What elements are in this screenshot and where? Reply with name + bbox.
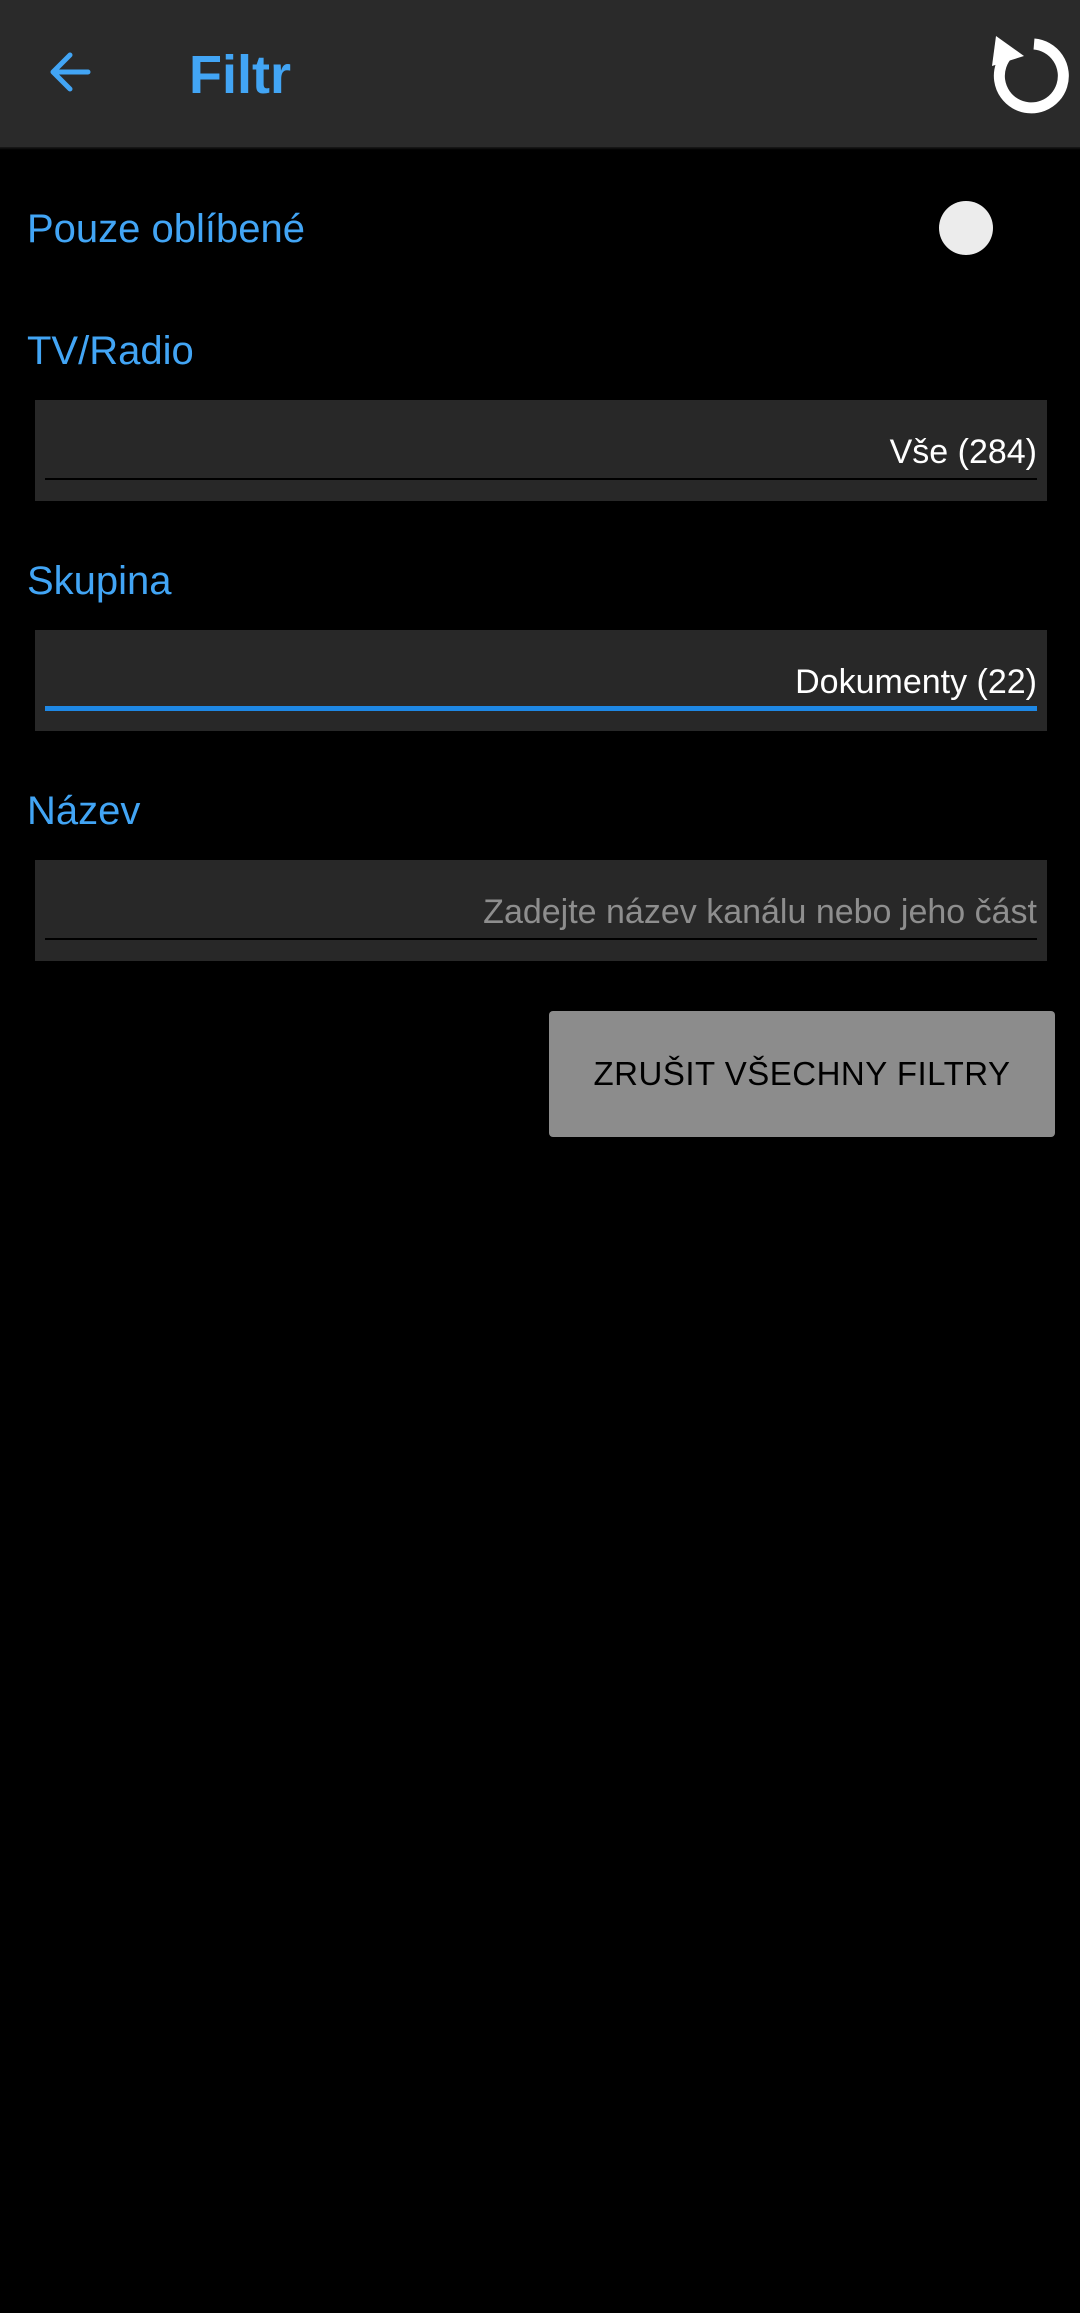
tv-radio-label: TV/Radio [27,329,194,373]
favorites-label: Pouze oblíbené [27,207,306,251]
group-select[interactable]: Dokumenty (22) [35,630,1047,731]
name-placeholder: Zadejte název kanálu nebo jeho část [483,893,1037,931]
tv-radio-select[interactable]: Vše (284) [35,400,1047,501]
refresh-icon[interactable] [978,28,1074,124]
page-title: Filtr [189,45,291,105]
tv-radio-underline [45,478,1037,480]
group-value: Dokumenty (22) [795,663,1037,701]
name-label: Název [27,789,141,833]
app-bar-shadow [0,147,1080,150]
favorites-toggle-thumb[interactable] [939,201,993,255]
tv-radio-value: Vše (284) [889,433,1037,471]
arrow-left-icon[interactable] [40,40,104,104]
group-underline [45,706,1037,711]
clear-all-filters-button[interactable]: ZRUŠIT VŠECHNY FILTRY [549,1011,1055,1137]
group-label: Skupina [27,559,172,603]
name-input[interactable]: Zadejte název kanálu nebo jeho část [35,860,1047,961]
name-underline [45,938,1037,940]
app-bar: Filtr [0,0,1080,147]
